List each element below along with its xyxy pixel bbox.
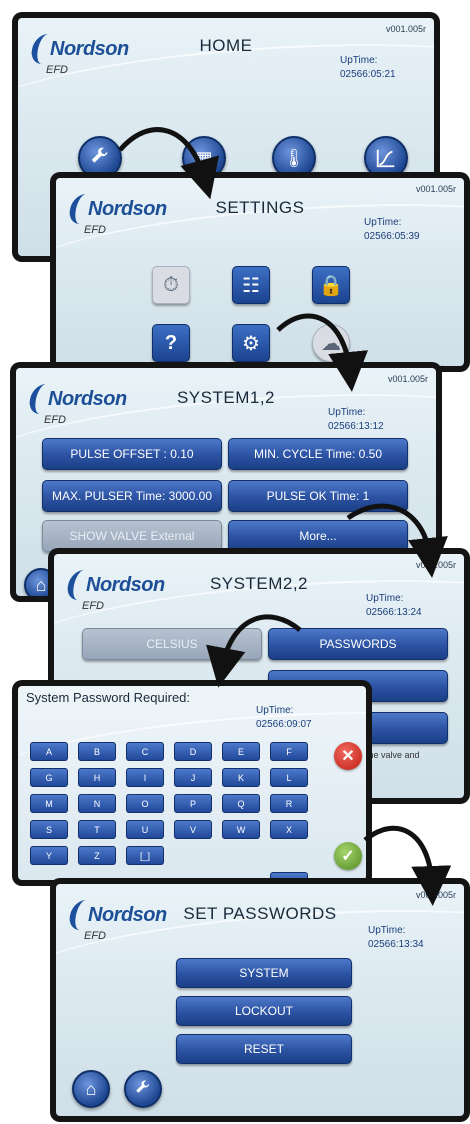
arrow-system1-to-system2 bbox=[346, 503, 448, 578]
flow-arrows bbox=[118, 127, 452, 906]
arrow-settings-to-system1 bbox=[276, 313, 368, 392]
arrow-home-to-settings bbox=[118, 127, 220, 200]
arrow-system2-to-password bbox=[206, 614, 302, 688]
arrow-password-to-set bbox=[363, 825, 452, 906]
